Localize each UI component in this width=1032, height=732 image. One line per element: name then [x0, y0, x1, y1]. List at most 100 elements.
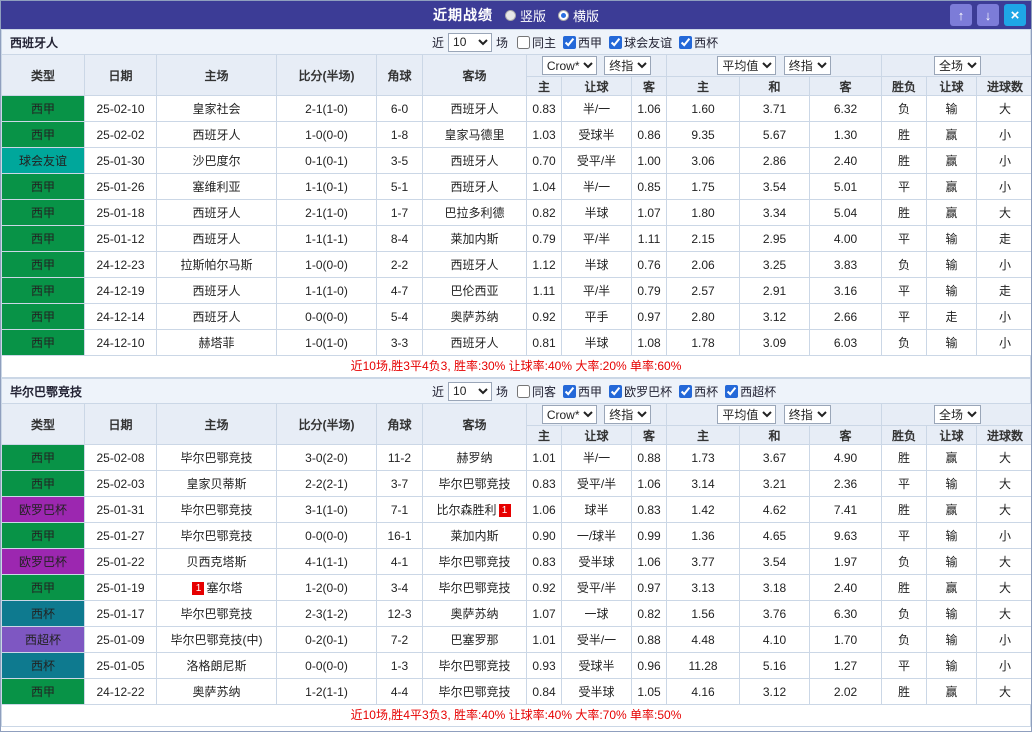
result-win-lose: 胜 — [882, 445, 927, 471]
league-filter-checkbox[interactable]: 西杯 — [679, 34, 718, 51]
league-filter-checkbox[interactable]: 同客 — [517, 383, 556, 400]
checkbox-input[interactable] — [517, 36, 530, 49]
match-date: 25-01-27 — [85, 523, 157, 549]
avg-away-odds: 9.63 — [810, 523, 882, 549]
close-button[interactable]: × — [1004, 4, 1026, 26]
avg-draw-odds: 3.12 — [740, 679, 810, 705]
league-filter-checkbox[interactable]: 西杯 — [679, 383, 718, 400]
team-label: 皇家马德里 — [444, 128, 504, 142]
team-label: 沙巴度尔 — [192, 154, 240, 168]
league-filter-checkboxes: 同客西甲欧罗巴杯西杯西超杯 — [517, 383, 776, 400]
avg-away-odds: 5.04 — [810, 200, 882, 226]
result-goals: 大 — [977, 601, 1032, 627]
handicap-line: 半球 — [562, 200, 632, 226]
avg-home-odds: 11.28 — [667, 653, 740, 679]
checkbox-input[interactable] — [609, 36, 622, 49]
corner-count: 3-4 — [377, 575, 423, 601]
result-win-lose: 平 — [882, 304, 927, 330]
average-type-select[interactable]: 平均值 — [717, 405, 776, 424]
odds-stage-select[interactable]: 终指 — [604, 405, 651, 424]
result-win-lose: 胜 — [882, 200, 927, 226]
average-stage-select[interactable]: 终指 — [784, 405, 831, 424]
home-team: 奥萨苏纳 — [157, 679, 277, 705]
away-odds: 0.96 — [632, 653, 667, 679]
team-label: 毕尔巴鄂竞技 — [438, 555, 510, 569]
red-card-badge: 1 — [499, 504, 511, 517]
league-type-badge: 西甲 — [2, 122, 85, 148]
checkbox-input[interactable] — [679, 385, 692, 398]
half-full-score: 1-2(1-1) — [277, 679, 377, 705]
league-filter-checkbox[interactable]: 同主 — [517, 34, 556, 51]
checkbox-input[interactable] — [679, 36, 692, 49]
scope-select[interactable]: 全场 — [934, 405, 981, 424]
recent-count-select[interactable]: 10 — [448, 382, 492, 401]
away-team: 莱加内斯 — [423, 226, 527, 252]
recent-count-select[interactable]: 10 — [448, 33, 492, 52]
home-team: 塞维利亚 — [157, 174, 277, 200]
result-handicap: 赢 — [927, 679, 977, 705]
league-filter-checkbox[interactable]: 西甲 — [563, 34, 602, 51]
odds-stage-select[interactable]: 终指 — [604, 56, 651, 75]
average-stage-select[interactable]: 终指 — [784, 56, 831, 75]
league-filter-checkbox[interactable]: 球会友谊 — [609, 34, 672, 51]
checkbox-label: 球会友谊 — [624, 34, 672, 51]
home-team: 皇家社会 — [157, 96, 277, 122]
col-score: 比分(半场) — [277, 55, 377, 96]
avg-draw-odds: 3.18 — [740, 575, 810, 601]
team-label: 西班牙人 — [192, 232, 240, 246]
league-type-badge: 西甲 — [2, 679, 85, 705]
corner-count: 7-2 — [377, 627, 423, 653]
odds-company-select[interactable]: Crow* — [542, 405, 597, 424]
match-row: 西甲24-12-14西班牙人0-0(0-0)5-4奥萨苏纳0.92平手0.972… — [2, 304, 1032, 330]
result-goals: 大 — [977, 679, 1032, 705]
corner-count: 5-4 — [377, 304, 423, 330]
checkbox-input[interactable] — [563, 385, 576, 398]
radio-label: 横版 — [573, 6, 599, 25]
half-full-score: 1-2(0-0) — [277, 575, 377, 601]
match-date: 25-02-10 — [85, 96, 157, 122]
team-label: 皇家贝蒂斯 — [186, 477, 246, 491]
checkbox-input[interactable] — [563, 36, 576, 49]
result-win-lose: 负 — [882, 96, 927, 122]
layout-radio-vertical[interactable]: 竖版 — [505, 6, 546, 25]
away-odds: 1.11 — [632, 226, 667, 252]
home-team: 西班牙人 — [157, 304, 277, 330]
league-filter-checkbox[interactable]: 西超杯 — [725, 383, 776, 400]
checkbox-input[interactable] — [725, 385, 738, 398]
home-team: 毕尔巴鄂竞技 — [157, 601, 277, 627]
league-type-badge: 欧罗巴杯 — [2, 549, 85, 575]
result-win-lose: 平 — [882, 653, 927, 679]
average-type-select[interactable]: 平均值 — [717, 56, 776, 75]
league-type-badge: 西甲 — [2, 523, 85, 549]
col-corner: 角球 — [377, 55, 423, 96]
corner-count: 3-7 — [377, 471, 423, 497]
team-label: 莱加内斯 — [450, 529, 498, 543]
avg-away-odds: 1.27 — [810, 653, 882, 679]
half-full-score: 2-1(1-0) — [277, 200, 377, 226]
half-full-score: 3-0(2-0) — [277, 445, 377, 471]
layout-radio-horizontal[interactable]: 横版 — [558, 6, 599, 25]
checkbox-input[interactable] — [517, 385, 530, 398]
checkbox-input[interactable] — [609, 385, 622, 398]
home-odds: 0.82 — [527, 200, 562, 226]
home-odds: 0.70 — [527, 148, 562, 174]
move-down-button[interactable]: ↓ — [977, 4, 999, 26]
result-handicap: 输 — [927, 330, 977, 356]
avg-draw-odds: 4.65 — [740, 523, 810, 549]
league-filter-checkbox[interactable]: 欧罗巴杯 — [609, 383, 672, 400]
avg-home-odds: 1.78 — [667, 330, 740, 356]
scope-select[interactable]: 全场 — [934, 56, 981, 75]
move-up-button[interactable]: ↑ — [950, 4, 972, 26]
team-label: 西班牙人 — [192, 128, 240, 142]
league-filter-checkbox[interactable]: 西甲 — [563, 383, 602, 400]
odds-company-select[interactable]: Crow* — [542, 56, 597, 75]
half-full-score: 0-0(0-0) — [277, 653, 377, 679]
corner-count: 3-5 — [377, 148, 423, 174]
team-label: 洛格朗尼斯 — [186, 659, 246, 673]
result-goals: 大 — [977, 200, 1032, 226]
avg-away-odds: 2.66 — [810, 304, 882, 330]
match-row: 欧罗巴杯25-01-31毕尔巴鄂竞技3-1(1-0)7-1比尔森胜利11.06球… — [2, 497, 1032, 523]
results-table: 类型 日期 主场 比分(半场) 角球 客场 Crow* 终指 平均值 终指 — [1, 403, 1032, 705]
away-team: 毕尔巴鄂竞技 — [423, 471, 527, 497]
avg-home-odds: 3.77 — [667, 549, 740, 575]
